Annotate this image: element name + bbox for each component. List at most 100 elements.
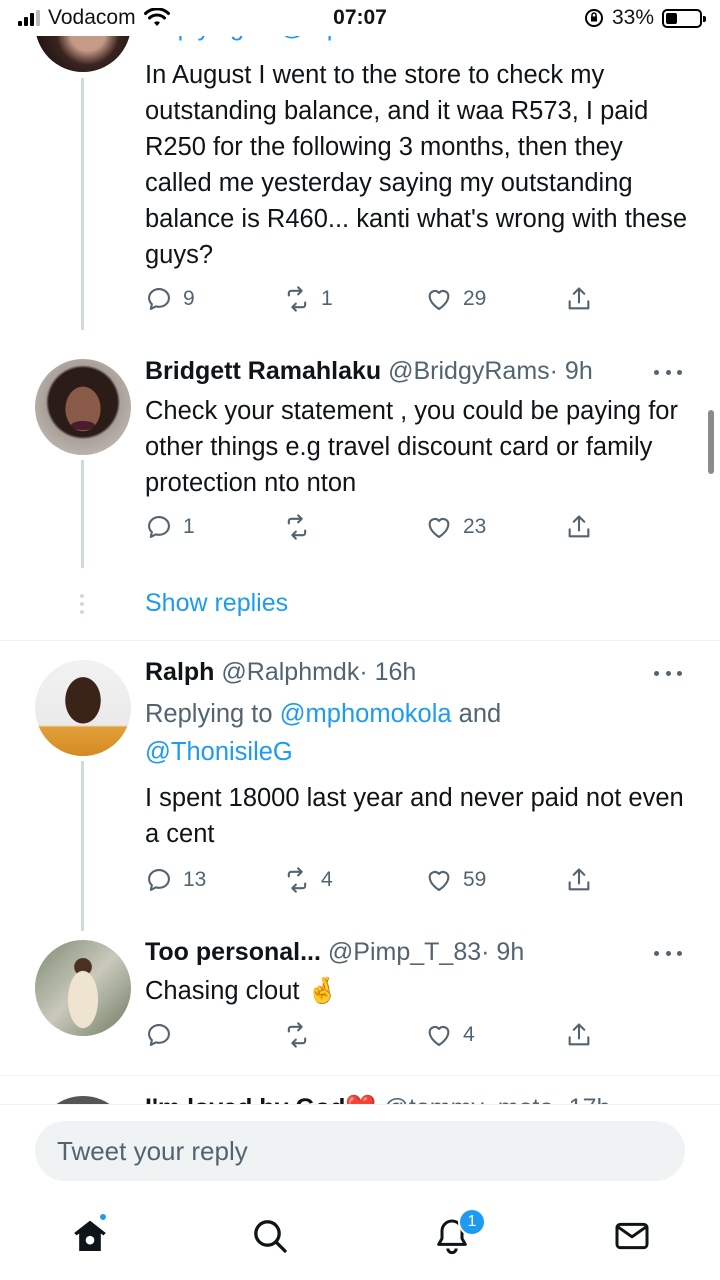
reply-icon xyxy=(148,869,170,891)
reply-composer: Tweet your reply xyxy=(0,1104,720,1190)
new-content-dot xyxy=(98,1212,108,1222)
nav-messages[interactable] xyxy=(612,1216,652,1256)
orientation-lock-icon xyxy=(584,9,603,27)
like-count: 59 xyxy=(463,868,487,891)
like-button[interactable]: 4 xyxy=(425,1021,475,1049)
more-options-icon[interactable] xyxy=(654,951,682,956)
retweet-button[interactable]: 4 xyxy=(283,866,333,894)
reply-count: 1 xyxy=(183,515,195,538)
tweet-header: I'm loved by God❤️ @tommy_moto· 17h xyxy=(145,1094,610,1104)
notifications-badge: 1 xyxy=(458,1208,486,1236)
status-bar: Vodacom 07:07 33% xyxy=(0,0,720,36)
thread-line xyxy=(81,761,84,931)
tweet-text: Check your statement , you could be payi… xyxy=(145,397,678,497)
tweet-3[interactable]: Ralph @Ralphmdk· 16h Replying to @mphomo… xyxy=(0,641,720,931)
replying-to: Replying to @mphomokola and @ThonisileG xyxy=(145,700,502,766)
nav-notifications[interactable]: 1 xyxy=(432,1208,486,1256)
like-button[interactable]: 23 xyxy=(425,513,486,541)
thread-more-dots xyxy=(80,594,84,614)
heart-icon xyxy=(428,1025,450,1046)
scrollbar[interactable] xyxy=(708,410,714,474)
retweet-button[interactable]: 1 xyxy=(283,285,333,313)
author-handle[interactable]: @tommy_moto xyxy=(384,1094,554,1104)
avatar[interactable] xyxy=(35,660,131,756)
reply-button[interactable] xyxy=(145,1021,183,1049)
battery-percent: 33% xyxy=(611,6,654,29)
reply-icon xyxy=(148,1024,170,1046)
battery-icon xyxy=(662,8,706,28)
reply-input[interactable]: Tweet your reply xyxy=(35,1121,685,1181)
retweet-icon xyxy=(287,867,307,893)
tweet-actions: 4 xyxy=(145,1021,605,1051)
battery-group: 33% xyxy=(584,6,706,30)
author-handle[interactable]: @Ralphmdk xyxy=(221,658,359,686)
tweet-header: Ralph @Ralphmdk· 16h xyxy=(145,658,416,687)
mention-link[interactable]: @ThonisileG xyxy=(145,738,293,766)
tweet-actions: 1 23 xyxy=(145,513,605,543)
reply-count: 9 xyxy=(183,287,195,310)
tweet-2[interactable]: Bridgett Ramahlaku @BridgyRams· 9h Check… xyxy=(0,340,720,640)
avatar[interactable] xyxy=(35,940,131,1036)
heart-icon xyxy=(428,870,450,891)
avatar[interactable] xyxy=(35,1096,131,1104)
share-icon xyxy=(568,287,590,310)
tweet-time: · 16h xyxy=(359,658,417,686)
tweet-time: · 17h xyxy=(553,1094,610,1104)
tweet-text: In August I went to the store to check m… xyxy=(145,61,688,269)
reply-button[interactable]: 1 xyxy=(145,513,195,541)
like-count: 4 xyxy=(463,1023,475,1046)
more-options-icon[interactable] xyxy=(654,370,682,375)
nav-search[interactable] xyxy=(250,1216,290,1256)
author-name[interactable]: Too personal... xyxy=(145,938,321,966)
share-button[interactable] xyxy=(565,1021,593,1049)
retweet-button[interactable] xyxy=(283,513,321,541)
more-options-icon[interactable] xyxy=(654,671,682,676)
author-handle[interactable]: @BridgyRams xyxy=(388,357,550,385)
share-icon xyxy=(568,515,590,538)
tweet-header: Bridgett Ramahlaku @BridgyRams· 9h xyxy=(145,357,593,386)
tweet-header: Too personal... @Pimp_T_83· 9h xyxy=(145,938,524,967)
retweet-icon xyxy=(287,1022,307,1048)
tweet-actions: 9 1 29 xyxy=(145,285,605,315)
tweet-4[interactable]: Too personal... @Pimp_T_83· 9h Chasing c… xyxy=(0,921,720,1075)
thread-line xyxy=(81,78,84,330)
share-icon xyxy=(568,868,590,891)
share-button[interactable] xyxy=(565,513,593,541)
reply-icon xyxy=(148,288,170,310)
reply-placeholder: Tweet your reply xyxy=(57,1135,248,1166)
red-heart-emoji: ❤️ xyxy=(345,1094,376,1104)
tweet-time: · 9h xyxy=(481,938,525,966)
heart-icon xyxy=(428,517,450,538)
tweet-5-partial[interactable]: I'm loved by God❤️ @tommy_moto· 17h xyxy=(0,1076,720,1104)
like-button[interactable]: 29 xyxy=(425,285,486,313)
share-button[interactable] xyxy=(565,866,593,894)
envelope-icon xyxy=(615,1222,649,1250)
tweet-text: I spent 18000 last year and never paid n… xyxy=(145,784,684,848)
reply-count: 13 xyxy=(183,868,207,891)
tweet-1[interactable]: Replying to @mphomokola In August I went… xyxy=(0,0,720,330)
thread-line xyxy=(81,460,84,568)
show-replies-link[interactable]: Show replies xyxy=(145,589,288,618)
heart-icon xyxy=(428,289,450,310)
share-icon xyxy=(568,1023,590,1046)
author-name[interactable]: Bridgett Ramahlaku xyxy=(145,357,381,385)
retweet-count: 1 xyxy=(321,287,333,310)
tweet-time: · 9h xyxy=(549,357,593,385)
avatar[interactable] xyxy=(35,359,131,455)
like-button[interactable]: 59 xyxy=(425,866,486,894)
reply-feed[interactable]: Replying to @mphomokola In August I went… xyxy=(0,0,720,1104)
author-handle[interactable]: @Pimp_T_83 xyxy=(328,938,481,966)
nav-home[interactable] xyxy=(70,1212,110,1256)
mention-link[interactable]: @mphomokola xyxy=(280,700,452,728)
author-name[interactable]: Ralph xyxy=(145,658,214,686)
reply-button[interactable]: 9 xyxy=(145,285,195,313)
tweet-actions: 13 4 59 xyxy=(145,866,605,896)
retweet-count: 4 xyxy=(321,868,333,891)
crossed-fingers-emoji: 🤞 xyxy=(306,977,339,1005)
like-count: 29 xyxy=(463,287,487,310)
tweet-text: Chasing clout 🤞 xyxy=(145,977,339,1005)
author-name[interactable]: I'm loved by God xyxy=(145,1094,345,1104)
retweet-button[interactable] xyxy=(283,1021,321,1049)
reply-button[interactable]: 13 xyxy=(145,866,206,894)
share-button[interactable] xyxy=(565,285,593,313)
